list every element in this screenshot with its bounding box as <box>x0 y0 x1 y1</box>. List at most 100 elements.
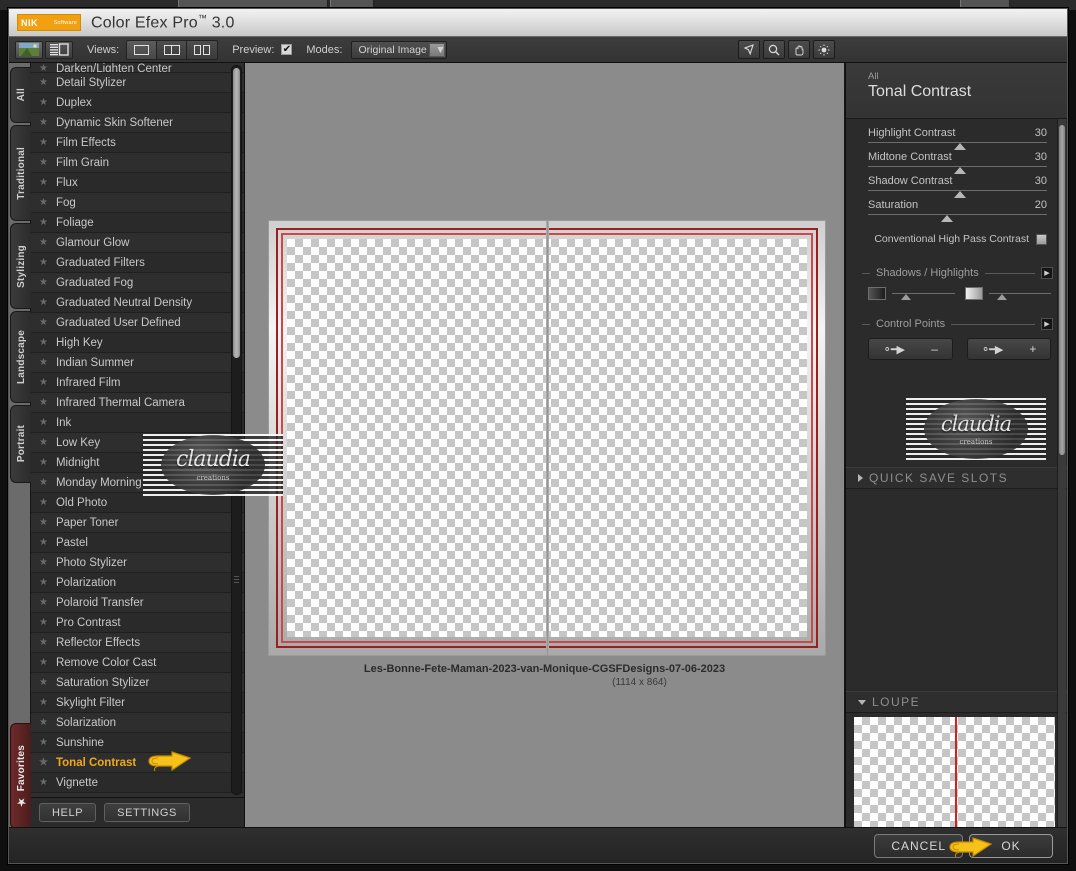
list-item[interactable]: ★ Graduated User Defined <box>31 313 244 333</box>
favorite-star-icon[interactable]: ★ <box>39 277 48 288</box>
favorite-star-icon[interactable]: ★ <box>39 757 48 768</box>
list-item[interactable]: ★ Solarization <box>31 713 244 733</box>
sidebar-item-favorites[interactable]: Favorites ★ <box>10 723 31 829</box>
shadows-swatch[interactable] <box>868 287 886 300</box>
list-item[interactable]: ★ Reflector Effects <box>31 633 244 653</box>
split-view-icon[interactable] <box>157 40 188 59</box>
scrollbar-grip[interactable] <box>234 574 239 583</box>
favorite-star-icon[interactable]: ★ <box>39 637 48 648</box>
favorite-star-icon[interactable]: ★ <box>39 457 48 468</box>
ok-button[interactable]: OK <box>969 833 1053 858</box>
favorite-star-icon[interactable]: ★ <box>39 417 48 428</box>
list-item[interactable]: ★ Paper Toner <box>31 513 244 533</box>
zoom-tool-icon[interactable] <box>763 40 785 59</box>
sidebar-item-all[interactable]: All <box>10 67 31 123</box>
favorite-star-icon[interactable]: ★ <box>39 557 48 568</box>
list-item[interactable]: ★ Darken/Lighten Center <box>31 63 244 73</box>
list-item[interactable]: ★ Monday Morning <box>31 473 244 493</box>
list-item[interactable]: ★ Graduated Fog <box>31 273 244 293</box>
settings-panel-scrollbar[interactable] <box>1057 119 1066 827</box>
preview-checkbox[interactable]: ✔ <box>281 44 293 55</box>
favorite-star-icon[interactable]: ★ <box>39 777 48 788</box>
cancel-button[interactable]: CANCEL <box>874 833 963 858</box>
highlights-slider-track[interactable] <box>988 293 1051 300</box>
settings-button[interactable]: SETTINGS <box>104 803 190 822</box>
slider-knob[interactable] <box>953 167 966 174</box>
favorite-star-icon[interactable]: ★ <box>39 63 48 72</box>
list-item[interactable]: ★ Duplex <box>31 93 244 113</box>
side-by-side-view-icon[interactable] <box>187 40 218 59</box>
favorite-star-icon[interactable]: ★ <box>39 397 48 408</box>
loupe-preview[interactable] <box>854 717 1055 827</box>
list-item[interactable]: ★ Foliage <box>31 213 244 233</box>
list-item[interactable]: ★ Tonal Contrast <box>31 753 244 773</box>
favorite-star-icon[interactable]: ★ <box>39 157 48 168</box>
list-item[interactable]: ★ Vignette <box>31 773 244 793</box>
list-item[interactable]: ★ Remove Color Cast <box>31 653 244 673</box>
list-item[interactable]: ★ Infrared Thermal Camera <box>31 393 244 413</box>
scrollbar-thumb[interactable] <box>1059 125 1065 455</box>
list-item[interactable]: ★ Pastel <box>31 533 244 553</box>
list-item[interactable]: ★ Sunshine <box>31 733 244 753</box>
list-item[interactable]: ★ Graduated Neutral Density <box>31 293 244 313</box>
brightness-tool-icon[interactable] <box>813 40 835 59</box>
list-item[interactable]: ★Vignette Blur <box>31 793 244 797</box>
highlights-control[interactable] <box>964 287 1051 300</box>
favorite-star-icon[interactable]: ★ <box>39 717 48 728</box>
list-item[interactable]: ★ Graduated Filters <box>31 253 244 273</box>
sidebar-item-stylizing[interactable]: Stylizing <box>10 223 31 309</box>
list-item[interactable]: ★ Glamour Glow <box>31 233 244 253</box>
favorite-star-icon[interactable]: ★ <box>39 177 48 188</box>
list-item[interactable]: ★ Dynamic Skin Softener <box>31 113 244 133</box>
list-item[interactable]: ★ Indian Summer <box>31 353 244 373</box>
favorite-star-icon[interactable]: ★ <box>39 617 48 628</box>
favorite-star-icon[interactable]: ★ <box>39 677 48 688</box>
list-item[interactable]: ★ Pro Contrast <box>31 613 244 633</box>
favorite-star-icon[interactable]: ★ <box>39 657 48 668</box>
shadows-control[interactable] <box>868 287 955 300</box>
list-item[interactable]: ★ Flux <box>31 173 244 193</box>
list-item[interactable]: ★ Ink <box>31 413 244 433</box>
favorite-star-icon[interactable]: ★ <box>39 77 48 88</box>
list-item[interactable]: ★ Old Photo <box>31 493 244 513</box>
list-item[interactable]: ★ Polarization <box>31 573 244 593</box>
filter-list-scrollbar[interactable] <box>231 65 242 795</box>
slider-knob[interactable] <box>997 294 1008 300</box>
high-pass-contrast-row[interactable]: Conventional High Pass Contrast <box>846 233 1067 245</box>
slider-track[interactable] <box>868 166 1047 174</box>
slider-track[interactable] <box>868 190 1047 198</box>
help-button[interactable]: HELP <box>39 803 97 822</box>
high-pass-contrast-checkbox[interactable] <box>1036 233 1047 245</box>
favorite-star-icon[interactable]: ★ <box>39 297 48 308</box>
chevron-down-icon[interactable]: ▼ <box>429 42 446 57</box>
scrollbar-thumb[interactable] <box>233 68 240 358</box>
list-item[interactable]: ★ Skylight Filter <box>31 693 244 713</box>
list-view-icon[interactable] <box>45 40 73 59</box>
slider-knob[interactable] <box>941 215 954 222</box>
preview-image[interactable] <box>269 221 825 655</box>
list-item[interactable]: ★ Fog <box>31 193 244 213</box>
favorite-star-icon[interactable]: ★ <box>39 257 48 268</box>
favorite-star-icon[interactable]: ★ <box>39 517 48 528</box>
chevron-right-icon[interactable] <box>858 474 863 482</box>
list-item[interactable]: ★ Midnight <box>31 453 244 473</box>
list-item[interactable]: ★ Film Effects <box>31 133 244 153</box>
slider-knob[interactable] <box>900 294 911 300</box>
favorite-star-icon[interactable]: ★ <box>39 437 48 448</box>
list-item[interactable]: ★ Saturation Stylizer <box>31 673 244 693</box>
favorite-star-icon[interactable]: ★ <box>39 577 48 588</box>
slider-highlight-contrast[interactable]: Highlight Contrast 30 <box>868 127 1047 150</box>
favorite-star-icon[interactable]: ★ <box>39 117 48 128</box>
arrow-tool-icon[interactable] <box>738 40 760 59</box>
remove-control-point-button[interactable]: ⚬━▶ – <box>868 338 953 360</box>
favorite-star-icon[interactable]: ★ <box>39 537 48 548</box>
favorite-star-icon[interactable]: ★ <box>39 317 48 328</box>
favorite-star-icon[interactable]: ★ <box>39 737 48 748</box>
favorite-star-icon[interactable]: ★ <box>39 597 48 608</box>
list-item[interactable]: ★ Detail Stylizer <box>31 73 244 93</box>
slider-midtone-contrast[interactable]: Midtone Contrast 30 <box>868 151 1047 174</box>
favorite-star-icon[interactable]: ★ <box>39 97 48 108</box>
preview-canvas[interactable]: Les-Bonne-Fete-Maman-2023-van-Monique-CG… <box>245 63 844 827</box>
slider-knob[interactable] <box>953 191 966 198</box>
favorite-star-icon[interactable]: ★ <box>39 137 48 148</box>
